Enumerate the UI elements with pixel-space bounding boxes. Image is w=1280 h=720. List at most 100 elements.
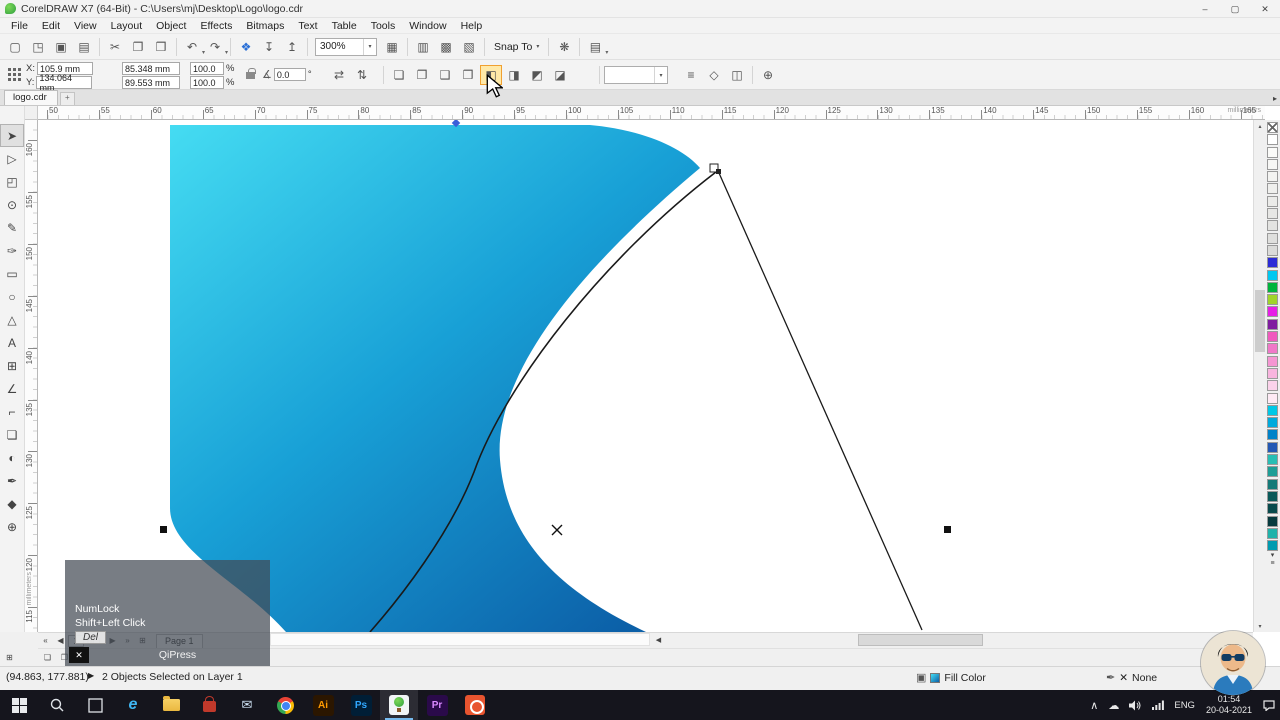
cut-icon[interactable]: ✂ — [104, 37, 126, 57]
color-swatch[interactable] — [1267, 244, 1278, 256]
file-explorer-icon[interactable] — [152, 690, 190, 720]
color-swatch[interactable] — [1267, 503, 1278, 515]
orange-app-icon[interactable] — [456, 690, 494, 720]
color-swatch[interactable] — [1267, 380, 1278, 392]
full-screen-preview-icon[interactable]: ▦ — [381, 37, 403, 57]
vertical-ruler[interactable]: millimeters 160 155 150 145 140 135 130 125 120 1… — [25, 120, 38, 632]
color-swatch[interactable] — [1267, 306, 1278, 318]
options-icon[interactable]: ❋ — [553, 37, 575, 57]
connector-tool[interactable]: ⌐ — [0, 400, 24, 423]
color-swatch[interactable] — [1267, 527, 1278, 539]
menu-table[interactable]: Table — [325, 19, 364, 33]
chevron-down-icon[interactable]: ▾ — [654, 67, 667, 83]
color-swatch[interactable] — [1267, 392, 1278, 404]
zoom-level-select[interactable]: 300% ▾ — [315, 37, 377, 56]
lock-ratio-icon[interactable] — [246, 68, 256, 79]
convert-to-curves-icon[interactable]: ◇ — [703, 65, 725, 85]
horizontal-scroll-thumb[interactable] — [858, 634, 983, 646]
color-swatch[interactable] — [1267, 269, 1278, 281]
shape-tool[interactable]: ▷ — [0, 147, 24, 170]
redo-icon[interactable]: ↷ ▾ — [204, 37, 228, 57]
menu-layout[interactable]: Layout — [104, 19, 150, 33]
color-swatch[interactable] — [1267, 220, 1278, 232]
flip-direction-icon[interactable]: ◫ — [726, 65, 748, 85]
language-indicator[interactable]: ENG — [1169, 700, 1200, 711]
color-swatch[interactable] — [1267, 441, 1278, 453]
color-swatch[interactable] — [1267, 195, 1278, 207]
weld-icon[interactable]: ❐ — [411, 65, 433, 85]
table-tool[interactable]: ⊞ — [0, 354, 24, 377]
create-boundary-icon[interactable]: ◪ — [549, 65, 571, 85]
scale-h-input[interactable]: 100.0 — [190, 62, 224, 75]
action-center-icon[interactable] — [1258, 699, 1280, 711]
rectangle-tool[interactable]: ▭ — [0, 262, 24, 285]
color-swatch[interactable] — [1267, 343, 1278, 355]
color-swatch[interactable] — [1267, 158, 1278, 170]
polygon-tool[interactable]: △ — [0, 308, 24, 331]
color-swatch[interactable] — [1267, 429, 1278, 441]
intersect-icon[interactable]: ❒ — [457, 65, 479, 85]
text-tool[interactable]: A — [0, 331, 24, 354]
task-view-button[interactable] — [76, 690, 114, 720]
hidden-icons-chevron[interactable]: ∧ — [1085, 699, 1103, 712]
no-color-swatch[interactable] — [1267, 122, 1278, 133]
transparency-tool[interactable]: ◐ — [0, 446, 24, 469]
network-icon[interactable] — [1147, 700, 1169, 710]
canvas-artwork[interactable] — [38, 120, 1253, 632]
show-guidelines-icon[interactable]: ▧ — [458, 37, 480, 57]
menu-tools[interactable]: Tools — [364, 19, 403, 33]
palette-scroll-down-icon[interactable]: ▾ — [1271, 552, 1275, 560]
menu-help[interactable]: Help — [454, 19, 490, 33]
volume-icon[interactable] — [1124, 700, 1147, 711]
scroll-track[interactable] — [270, 633, 650, 646]
scroll-left-icon[interactable]: ◀ — [652, 633, 665, 646]
search-content-icon[interactable]: ❖ — [235, 37, 257, 57]
dimension-tool[interactable]: ∠ — [0, 377, 24, 400]
drawing-canvas[interactable] — [38, 120, 1253, 632]
color-swatch[interactable] — [1267, 232, 1278, 244]
minimize-button[interactable]: – — [1190, 0, 1220, 18]
export-icon[interactable]: ↥ — [281, 37, 303, 57]
y-position-input[interactable]: 134.064 mm — [36, 73, 93, 93]
mirror-horizontal-icon[interactable]: ⇄ — [328, 65, 350, 85]
horizontal-ruler[interactable]: millimeters 50 55 60 65 70 75 80 85 90 95 100 105 11… — [38, 106, 1265, 120]
vertical-scrollbar[interactable]: ▴ ▾ — [1253, 120, 1265, 632]
store-icon[interactable] — [190, 690, 228, 720]
open-icon[interactable]: ◳ — [27, 37, 49, 57]
import-icon[interactable]: ↧ — [258, 37, 280, 57]
interactive-fill-tool[interactable]: ◆ — [0, 492, 24, 515]
color-eyedropper-tool[interactable]: ✒ — [0, 469, 24, 492]
color-swatch[interactable] — [1267, 417, 1278, 429]
wrap-paragraph-text-icon[interactable]: ≡ — [680, 65, 702, 85]
new-tab-button[interactable]: + — [59, 92, 75, 105]
color-swatch[interactable] — [1267, 331, 1278, 343]
scale-v-input[interactable]: 100.0 — [190, 76, 224, 89]
plus-icon[interactable]: ⊕ — [757, 65, 779, 85]
logo-shape[interactable] — [170, 125, 700, 632]
onedrive-icon[interactable]: ☁ — [1103, 699, 1124, 712]
close-button[interactable]: ✕ — [1250, 0, 1280, 18]
menu-edit[interactable]: Edit — [35, 19, 67, 33]
color-swatch[interactable] — [1267, 208, 1278, 220]
color-swatch[interactable] — [1267, 171, 1278, 183]
new-document-icon[interactable]: ▢ — [4, 37, 26, 57]
photoshop-icon[interactable]: Ps — [342, 690, 380, 720]
pick-tool[interactable]: ➤ — [0, 124, 24, 147]
undo-icon[interactable]: ↶ ▾ — [181, 37, 205, 57]
first-page-button[interactable]: « — [38, 634, 53, 648]
document-tab[interactable]: logo.cdr — [4, 90, 58, 105]
show-rulers-icon[interactable]: ▥ — [412, 37, 434, 57]
selection-handle-left[interactable] — [160, 526, 167, 533]
illustrator-icon[interactable]: Ai — [304, 690, 342, 720]
menu-object[interactable]: Object — [149, 19, 193, 33]
rotation-angle-input[interactable]: 0.0 — [273, 68, 306, 81]
color-swatch[interactable] — [1267, 515, 1278, 527]
back-minus-front-icon[interactable]: ◩ — [526, 65, 548, 85]
qipress-close-icon[interactable]: ✕ — [69, 647, 89, 663]
premiere-icon[interactable]: Pr — [418, 690, 456, 720]
menu-window[interactable]: Window — [402, 19, 453, 33]
menu-effects[interactable]: Effects — [193, 19, 239, 33]
color-swatch[interactable] — [1267, 294, 1278, 306]
maximize-button[interactable]: ▢ — [1220, 0, 1250, 18]
palette-flyout-icon[interactable]: ≡ — [1270, 560, 1274, 568]
